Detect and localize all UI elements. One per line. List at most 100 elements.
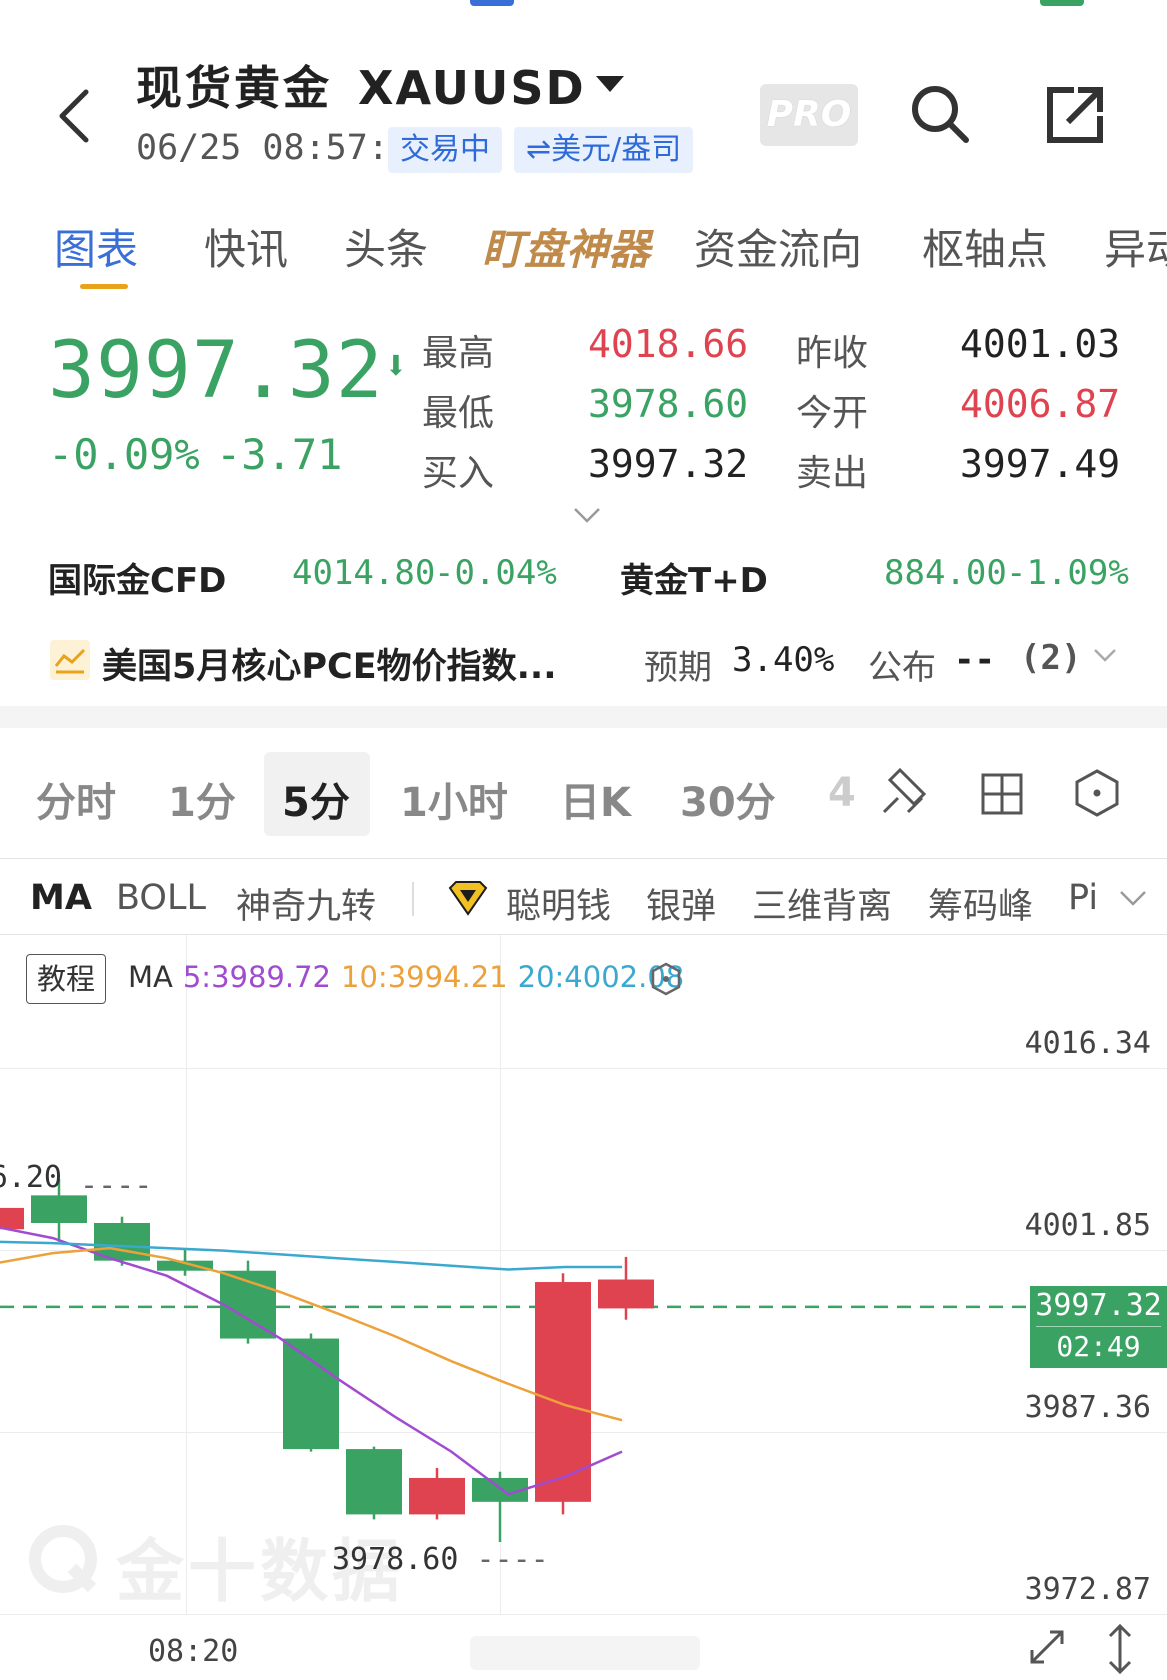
low-value: 3978.60 <box>588 382 749 426</box>
divider <box>0 858 1167 859</box>
ma-line-ma20 <box>0 1240 622 1271</box>
high-marker-value: 4006.20 <box>0 1160 62 1195</box>
fullscreen-icon[interactable] <box>1024 1624 1070 1670</box>
tab-fund-flow[interactable]: 资金流向 <box>694 216 862 277</box>
draw-tool-icon[interactable] <box>878 764 932 818</box>
period-1hour[interactable]: 1小时 <box>400 770 508 828</box>
change-percent: -0.09% <box>48 430 200 479</box>
candle <box>472 1471 528 1543</box>
period-1min[interactable]: 1分 <box>168 770 236 828</box>
ask-value: 3997.49 <box>960 442 1121 486</box>
scroll-handle[interactable] <box>470 1636 700 1670</box>
settings-hexagon-icon[interactable] <box>1074 768 1120 818</box>
candle-body <box>346 1449 402 1515</box>
candle-body <box>409 1477 465 1515</box>
status-bar-fragment <box>470 0 514 6</box>
quote-time: 06/25 08:57:10 <box>136 128 432 168</box>
candle <box>346 1446 402 1520</box>
prev-close-label: 昨收 <box>796 333 869 374</box>
unit-badge[interactable]: ⇌美元/盎司 <box>514 127 694 173</box>
period-more[interactable]: 4 <box>828 770 856 816</box>
td-percent: -1.09% <box>1006 553 1129 593</box>
indicator-silver-bullet[interactable]: 银弹 <box>646 878 716 929</box>
high-label: 最高 <box>422 333 495 374</box>
period-daily[interactable]: 日K <box>560 770 631 828</box>
indicator-smart-money[interactable]: 聪明钱 <box>506 878 611 929</box>
event-title[interactable]: 美国5月核心PCE物价指数... <box>102 638 557 689</box>
bid-value: 3997.32 <box>588 442 749 486</box>
pro-button[interactable]: PRO <box>760 84 858 146</box>
expand-quote-icon[interactable] <box>572 506 602 524</box>
status-badge: 交易中 <box>388 127 502 173</box>
candle <box>283 1333 339 1452</box>
arrow-down-icon: ⬇ <box>383 343 409 389</box>
ma-line-ma5 <box>0 1226 623 1496</box>
open-label: 今开 <box>796 393 869 434</box>
bid-label: 买入 <box>422 453 495 494</box>
tab-flash-news[interactable]: 快讯 <box>204 216 288 277</box>
candle <box>94 1216 150 1266</box>
low-label: 最低 <box>422 393 495 434</box>
diamond-icon <box>446 878 490 918</box>
period-timeshare[interactable]: 分时 <box>36 770 116 828</box>
current-price: 3997.32⬇ <box>48 326 409 416</box>
indicator-magic-nine[interactable]: 神奇九转 <box>236 878 376 929</box>
price-tag-value: 3997.32 <box>1035 1288 1162 1323</box>
candle-body <box>598 1279 654 1309</box>
indicator-chip-peak[interactable]: 筹码峰 <box>928 878 1033 929</box>
search-icon[interactable] <box>908 82 972 146</box>
chevron-down-icon[interactable] <box>595 75 624 92</box>
candle <box>409 1467 465 1520</box>
event-expect-label: 预期 <box>644 648 712 688</box>
divider <box>412 882 414 916</box>
high-marker-label: 4006.20 ---- <box>0 1160 152 1203</box>
high-value: 4018.66 <box>588 322 749 366</box>
event-publish-label: 公布 <box>868 648 936 688</box>
change-value: -3.71 <box>216 430 343 479</box>
chevron-down-icon[interactable] <box>1118 888 1148 908</box>
status-bar-fragment <box>1040 0 1084 6</box>
tab-watch-tool[interactable]: 盯盘神器 <box>482 216 650 277</box>
indicator-3d-divergence[interactable]: 三维背离 <box>752 878 892 929</box>
event-expect-value: 3.40% <box>732 640 835 680</box>
tab-pivot-points[interactable]: 枢轴点 <box>922 216 1048 277</box>
tab-anomaly[interactable]: 异动 <box>1104 216 1167 277</box>
layout-grid-icon[interactable] <box>980 772 1024 816</box>
share-icon[interactable] <box>1044 84 1106 146</box>
low-marker-label: 3978.60 ---- <box>332 1542 549 1577</box>
cfd-label[interactable]: 国际金CFD <box>48 553 226 602</box>
td-label[interactable]: 黄金T+D <box>620 553 768 602</box>
candle-body <box>283 1338 339 1450</box>
countdown-value: 02:49 <box>1056 1330 1141 1363</box>
instrument-name: 现货黄金 <box>136 61 332 115</box>
indicator-ma[interactable]: MA <box>30 878 92 918</box>
x-tick-label: 08:20 <box>148 1634 239 1669</box>
back-icon[interactable] <box>52 86 102 146</box>
tab-chart[interactable]: 图表 <box>54 216 138 277</box>
low-marker-value: 3978.60 <box>332 1542 459 1577</box>
cfd-percent: -0.04% <box>434 553 557 593</box>
candle-body <box>0 1207 24 1230</box>
cfd-value: 4014.80 <box>292 553 436 593</box>
active-tab-indicator <box>80 284 128 289</box>
section-divider <box>0 706 1167 728</box>
td-value: 884.00 <box>884 553 1007 593</box>
event-publish-value: -- <box>954 640 995 680</box>
price-value: 3997.32 <box>48 326 384 416</box>
open-value: 4006.87 <box>960 382 1121 426</box>
current-price-tag: 3997.32 02:49 <box>1030 1286 1167 1368</box>
indicator-pivot[interactable]: Pi <box>1068 878 1106 918</box>
tab-headlines[interactable]: 头条 <box>344 216 428 277</box>
event-count: (2) <box>1020 638 1082 678</box>
instrument-symbol: XAUUSD <box>358 61 586 115</box>
indicator-boll[interactable]: BOLL <box>116 878 206 918</box>
ask-label: 卖出 <box>796 453 869 494</box>
page-title[interactable]: 现货黄金 XAUUSD <box>136 52 624 118</box>
prev-close-value: 4001.03 <box>960 322 1121 366</box>
period-5min[interactable]: 5分 <box>264 752 370 836</box>
candlestick-chart[interactable] <box>0 935 1167 1615</box>
period-30min[interactable]: 30分 <box>680 770 776 828</box>
chevron-down-icon[interactable] <box>1092 646 1118 664</box>
chart-trend-icon <box>50 640 90 680</box>
vertical-scale-icon[interactable] <box>1100 1622 1140 1676</box>
